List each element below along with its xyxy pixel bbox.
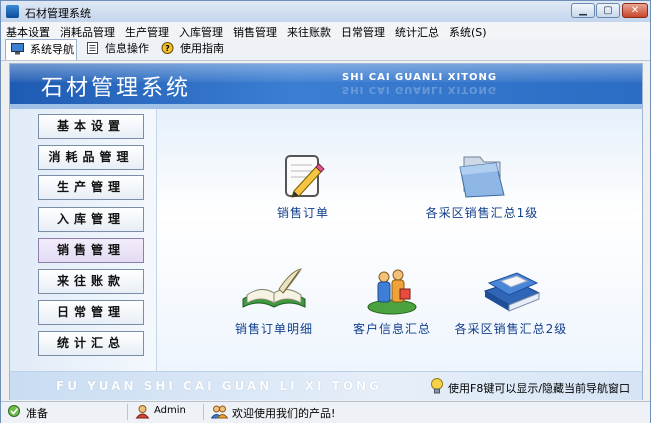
nav-sales[interactable]: 销售管理 bbox=[38, 238, 144, 263]
banner-header: 石材管理系统 SHI CAI GUANLI XITONG SHI CAI GUA… bbox=[10, 64, 642, 104]
menu-item-sales[interactable]: 销售管理 bbox=[228, 22, 282, 40]
window-title: 石材管理系统 bbox=[25, 7, 91, 20]
tile-label: 客户信息汇总 bbox=[352, 322, 431, 336]
status-user: Admin bbox=[154, 405, 186, 416]
footer-slogan: FU YUAN SHI CAI GUAN LI XI TONG bbox=[56, 379, 382, 393]
navigation-panel: 石材管理系统 SHI CAI GUANLI XITONG SHI CAI GUA… bbox=[9, 63, 643, 400]
monitor-icon bbox=[11, 43, 24, 55]
banner-title: 石材管理系统 bbox=[41, 76, 192, 101]
people-icon bbox=[367, 269, 417, 315]
tab-bar: 系统导航 信息操作 ? 使用指南 bbox=[1, 39, 650, 61]
app-icon bbox=[6, 5, 19, 18]
tile-label: 销售订单 bbox=[276, 206, 329, 220]
tile-customer-summary[interactable]: 客户信息汇总 bbox=[347, 265, 437, 337]
books-icon bbox=[483, 272, 541, 312]
nav-statistics[interactable]: 统计汇总 bbox=[38, 331, 144, 356]
tab-info-ops[interactable]: 信息操作 bbox=[81, 39, 153, 59]
tile-sales-order-details[interactable]: 销售订单明细 bbox=[222, 265, 326, 337]
menu-item-basic-settings[interactable]: 基本设置 bbox=[1, 22, 55, 40]
banner-subtitle-reflection: SHI CAI GUANLI XITONG bbox=[342, 84, 498, 95]
users-icon bbox=[211, 405, 228, 419]
status-bar: 准备 Admin 欢迎使用我们的产品! bbox=[1, 401, 650, 423]
maximize-button[interactable]: ▢ bbox=[596, 3, 620, 18]
tile-label: 销售订单明细 bbox=[234, 322, 313, 336]
menu-item-consumables[interactable]: 消耗品管理 bbox=[55, 22, 120, 40]
user-icon bbox=[135, 405, 150, 419]
status-ready-icon bbox=[8, 405, 20, 417]
status-welcome: 欢迎使用我们的产品! bbox=[232, 407, 336, 420]
tile-label: 各采区销售汇总2级 bbox=[454, 322, 568, 336]
menu-item-statistics[interactable]: 统计汇总 bbox=[390, 22, 444, 40]
open-book-icon bbox=[242, 268, 306, 308]
tab-label: 信息操作 bbox=[105, 42, 149, 55]
menu-item-daily[interactable]: 日常管理 bbox=[336, 22, 390, 40]
tile-label: 各采区销售汇总1级 bbox=[425, 206, 539, 220]
pencil-paper-icon bbox=[285, 155, 325, 198]
nav-daily[interactable]: 日常管理 bbox=[38, 300, 144, 325]
content-area: 基本设置 消耗品管理 生产管理 入库管理 销售管理 来往账款 日常管理 统计汇总 bbox=[10, 109, 642, 371]
menu-bar: 基本设置 消耗品管理 生产管理 入库管理 销售管理 来往账款 日常管理 统计汇总 系统(S) bbox=[1, 22, 650, 39]
nav-production[interactable]: 生产管理 bbox=[38, 175, 144, 200]
svg-text:?: ? bbox=[165, 44, 170, 53]
title-bar: 石材管理系统 ▁ ▢ ✕ bbox=[1, 1, 650, 23]
footer-hint: 使用F8键可以显示/隐藏当前导航窗口 bbox=[448, 382, 631, 395]
menu-item-accounts[interactable]: 来往账款 bbox=[282, 22, 336, 40]
tab-label: 系统导航 bbox=[30, 43, 74, 56]
footer-band: FU YUAN SHI CAI GUAN LI XI TONG 使用F8键可以显… bbox=[10, 371, 642, 400]
banner-subtitle: SHI CAI GUANLI XITONG bbox=[342, 72, 498, 83]
document-icon bbox=[87, 42, 98, 54]
tab-label: 使用指南 bbox=[180, 42, 224, 55]
status-text: 准备 bbox=[26, 407, 48, 420]
nav-accounts[interactable]: 来往账款 bbox=[38, 269, 144, 294]
left-nav: 基本设置 消耗品管理 生产管理 入库管理 销售管理 来往账款 日常管理 统计汇总 bbox=[10, 109, 157, 371]
menu-item-inbound[interactable]: 入库管理 bbox=[174, 22, 228, 40]
nav-inbound[interactable]: 入库管理 bbox=[38, 207, 144, 232]
tab-system-nav[interactable]: 系统导航 bbox=[5, 39, 77, 60]
tile-sales-order[interactable]: 销售订单 bbox=[258, 153, 348, 221]
tile-region-summary-1[interactable]: 各采区销售汇总1级 bbox=[422, 151, 542, 221]
tab-user-guide[interactable]: ? 使用指南 bbox=[156, 39, 228, 59]
app-window: 石材管理系统 ▁ ▢ ✕ 基本设置 消耗品管理 生产管理 入库管理 销售管理 来往账款 日常… bbox=[0, 0, 651, 423]
nav-basic-settings[interactable]: 基本设置 bbox=[38, 114, 144, 139]
folder-icon bbox=[459, 156, 505, 198]
tile-region-summary-2[interactable]: 各采区销售汇总2级 bbox=[450, 265, 572, 337]
close-button[interactable]: ✕ bbox=[622, 3, 648, 18]
minimize-button[interactable]: ▁ bbox=[571, 3, 595, 18]
menu-item-production[interactable]: 生产管理 bbox=[120, 22, 174, 40]
menu-item-system[interactable]: 系统(S) bbox=[444, 22, 492, 40]
help-icon: ? bbox=[161, 42, 174, 54]
bulb-icon bbox=[431, 378, 443, 394]
nav-consumables[interactable]: 消耗品管理 bbox=[38, 145, 144, 170]
